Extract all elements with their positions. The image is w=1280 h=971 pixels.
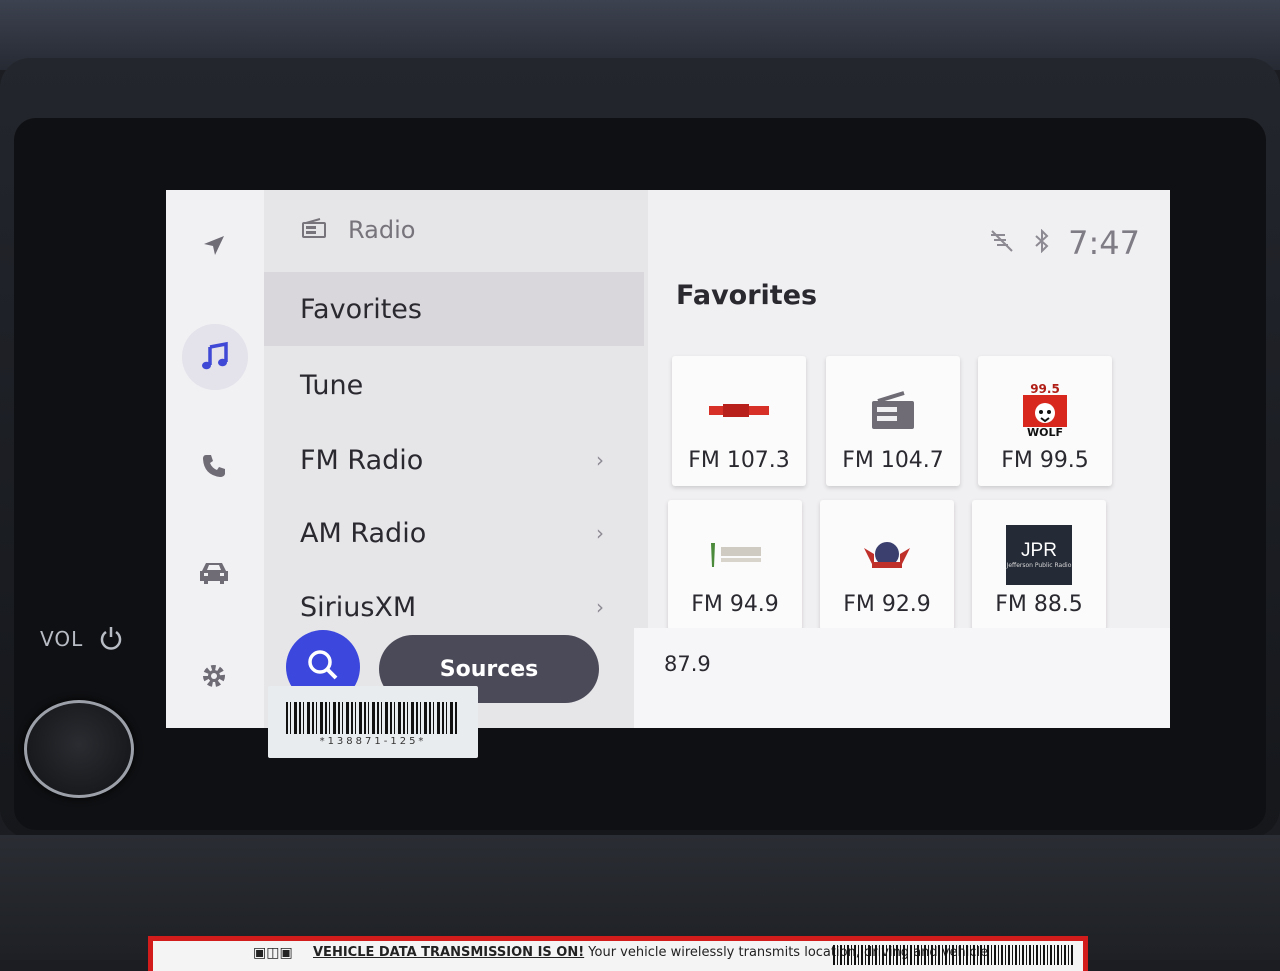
station-frequency: FM 92.9 [843,592,931,617]
warning-heading: VEHICLE DATA TRANSMISSION IS ON! [313,945,585,960]
station-frequency: FM 104.7 [842,448,944,473]
menu-item-am-radio[interactable]: AM Radio › [264,496,644,570]
station-frequency: FM 94.9 [691,592,779,617]
phone-icon[interactable] [186,438,242,494]
radio-icon [302,216,326,244]
infotainment-screen: Radio Favorites Tune FM Radio › AM Radio… [166,190,1170,728]
vehicle-icon[interactable] [186,544,242,600]
vol-text: VOL [40,627,84,651]
menu-item-label: SiriusXM [300,591,417,623]
wolf-logo-name: WOLF [1026,426,1063,439]
now-playing-frequency: 87.9 [664,652,711,676]
station-tile-fm-99-5[interactable]: 99.5 WOLF FM 99.5 [978,356,1112,486]
now-playing-bar[interactable]: 87.9 [634,628,1170,728]
volume-knob[interactable] [24,700,134,798]
kzzy-logo [672,378,806,444]
barcode-sticker: *138871-125* [268,686,478,758]
clock: 7:47 [1068,224,1140,262]
volume-label: VOL [40,624,125,657]
data-transmission-warning-label: ▣◫▣ VEHICLE DATA TRANSMISSION IS ON! You… [148,936,1088,971]
search-icon [306,648,340,686]
the-tee-logo [668,522,802,588]
station-tile-fm-88-5[interactable]: JPR Jefferson Public Radio FM 88.5 [972,500,1106,630]
favorites-title: Favorites [676,280,818,311]
page-title: Radio [348,216,416,244]
station-tile-fm-104-7[interactable]: FM 104.7 [826,356,960,486]
no-signal-icon [988,229,1016,257]
station-crest-logo [820,522,954,588]
jpr-logo-subtitle: Jefferson Public Radio [1006,562,1072,569]
bluetooth-icon [1034,228,1050,257]
menu-item-fm-radio[interactable]: FM Radio › [264,423,644,497]
station-tile-fm-92-9[interactable]: FM 92.9 [820,500,954,630]
the-wolf-logo: 99.5 WOLF [978,378,1112,444]
warning-barcode [833,945,1073,965]
menu-item-label: AM Radio [300,517,427,549]
power-icon [97,624,125,657]
navigation-icon[interactable] [186,218,242,274]
music-icon[interactable] [182,324,248,390]
radio-header: Radio [302,216,415,244]
menu-item-label: FM Radio [300,444,424,476]
qr-code-icon: ▣◫▣ [253,945,293,961]
chevron-right-icon: › [596,595,604,619]
nav-rail [166,190,264,728]
chevron-right-icon: › [596,448,604,472]
barcode [286,702,458,734]
status-bar: 7:47 [988,224,1140,262]
jpr-logo: JPR Jefferson Public Radio [972,522,1106,588]
jpr-logo-name: JPR [1021,540,1057,561]
menu-item-label: Tune [300,369,364,401]
wolf-logo-freq: 99.5 [1030,382,1060,396]
station-tile-fm-94-9[interactable]: FM 94.9 [668,500,802,630]
barcode-number: *138871-125* [319,736,427,747]
menu-item-label: Favorites [300,293,422,325]
menu-item-tune[interactable]: Tune [264,348,644,422]
station-frequency: FM 99.5 [1001,448,1089,473]
station-frequency: FM 88.5 [995,592,1083,617]
radio-icon [826,378,960,444]
station-frequency: FM 107.3 [688,448,790,473]
menu-item-favorites[interactable]: Favorites [264,272,644,346]
station-tile-fm-107-3[interactable]: FM 107.3 [672,356,806,486]
settings-gear-icon[interactable] [186,648,242,704]
chevron-right-icon: › [596,521,604,545]
